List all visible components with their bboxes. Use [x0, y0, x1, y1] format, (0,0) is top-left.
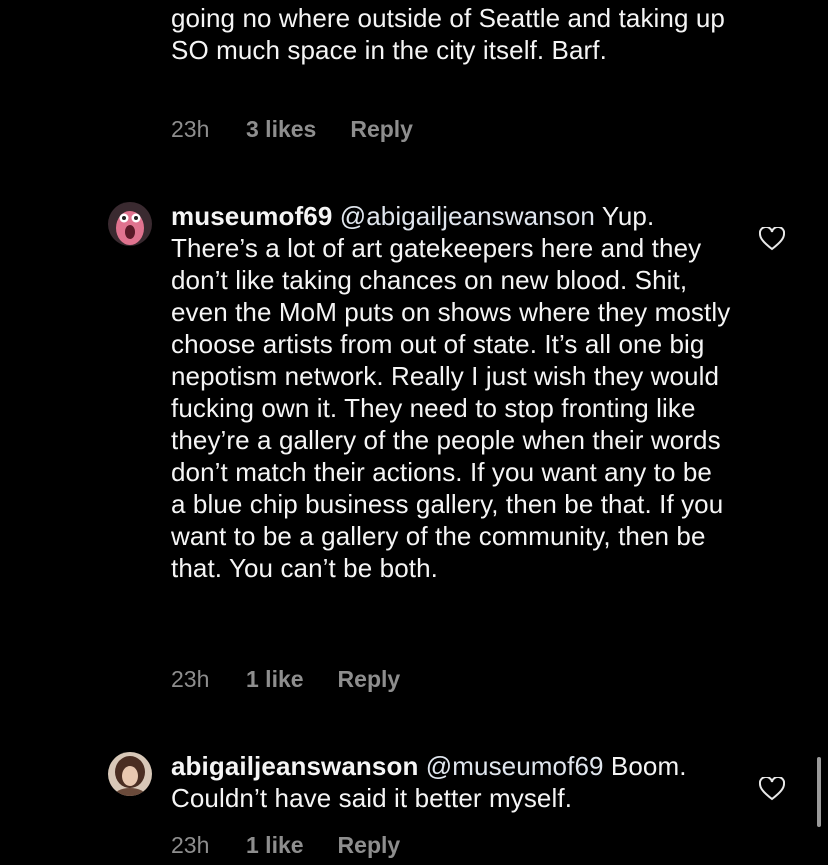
comment-text: museumof69 @abigailjeanswanson Yup. Ther… [171, 200, 731, 584]
comment-timestamp: 23h [171, 666, 210, 692]
comment-username[interactable]: abigailjeanswanson [171, 751, 418, 781]
comment-body: Yup. There’s a lot of art gatekeepers he… [171, 201, 731, 583]
comment-likes[interactable]: 3 likes [246, 116, 316, 143]
heart-outline-icon[interactable] [758, 775, 786, 801]
comment-meta: 23h 3 likes Reply [171, 116, 413, 143]
avatar[interactable] [108, 202, 152, 246]
heart-outline-icon[interactable] [758, 225, 786, 251]
reply-button[interactable]: Reply [350, 116, 413, 143]
comment-text: going no where outside of Seattle and ta… [171, 2, 731, 66]
comment-likes[interactable]: 1 like [246, 666, 304, 693]
comment-meta: 23h 1 like Reply [171, 666, 400, 693]
scrollbar[interactable] [817, 757, 821, 827]
comment-meta: 23h 1 like Reply [171, 832, 400, 859]
reply-button[interactable]: Reply [338, 666, 401, 693]
comment-mention[interactable]: @museumof69 [426, 751, 604, 781]
reply-button[interactable]: Reply [338, 832, 401, 859]
comment-timestamp: 23h [171, 116, 210, 142]
comment-likes[interactable]: 1 like [246, 832, 304, 859]
comment-username[interactable]: museumof69 [171, 201, 332, 231]
comment-body: going no where outside of Seattle and ta… [171, 3, 725, 65]
avatar[interactable] [108, 752, 152, 796]
comment-timestamp: 23h [171, 832, 210, 858]
comment-text: abigailjeanswanson @museumof69 Boom. Cou… [171, 750, 731, 814]
comment-mention[interactable]: @abigailjeanswanson [340, 201, 595, 231]
